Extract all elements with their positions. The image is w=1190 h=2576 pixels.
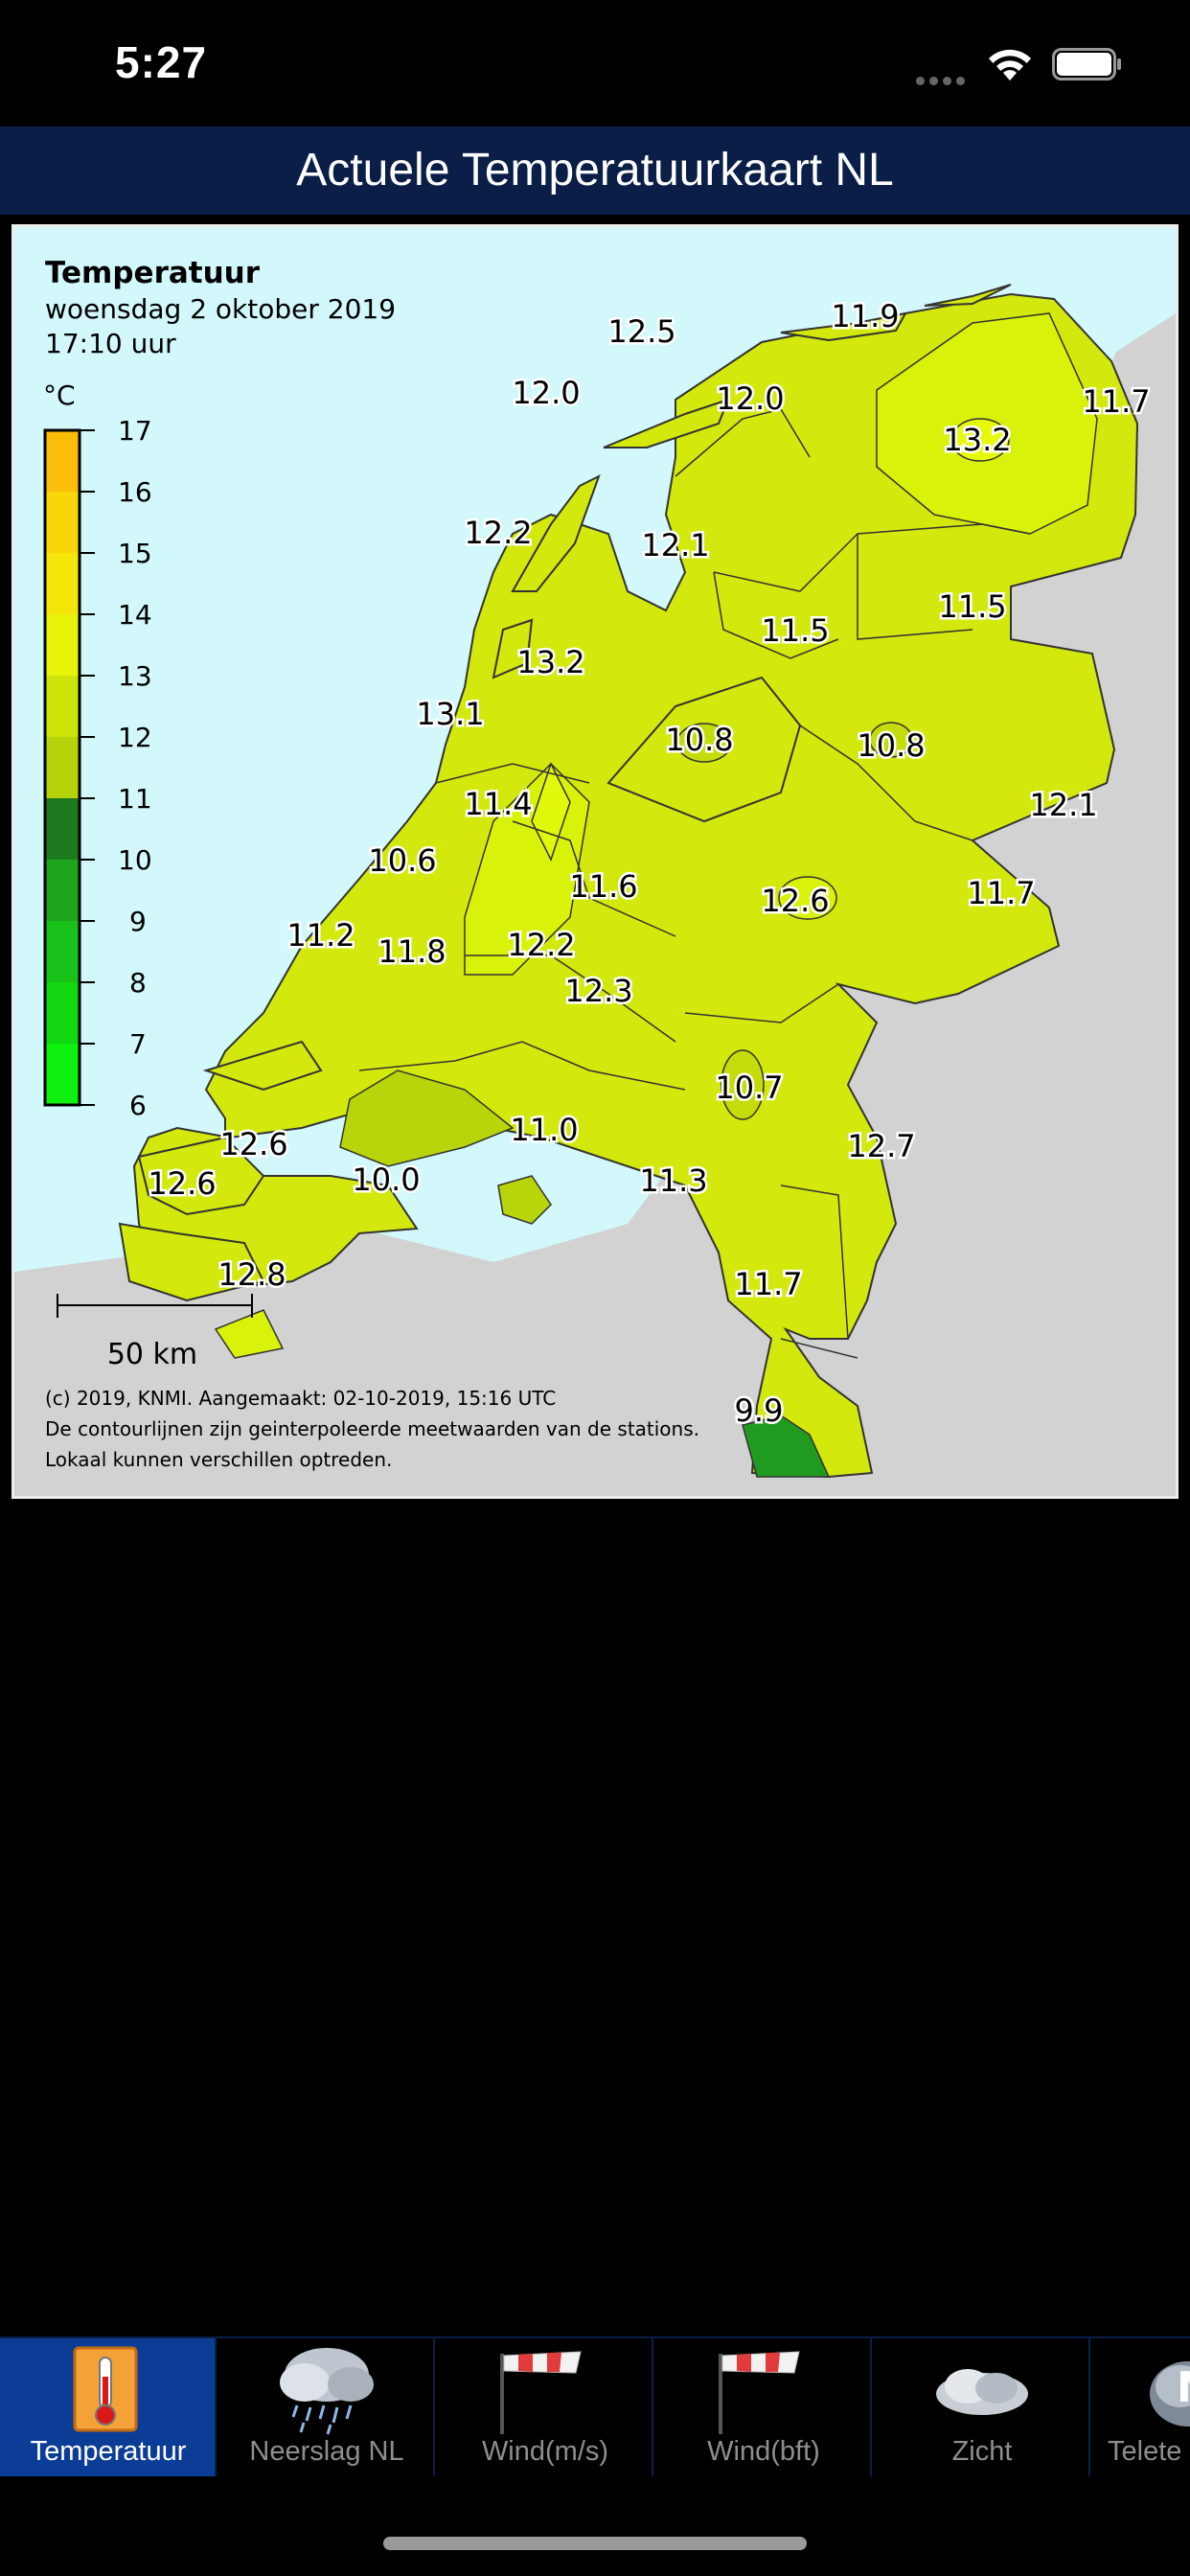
contour-zone bbox=[214, 1309, 285, 1359]
temp-label: 12.3 bbox=[564, 973, 632, 1009]
thermometer-icon bbox=[73, 2346, 138, 2432]
temp-label: 12.2 bbox=[507, 927, 575, 963]
temp-label: 12.8 bbox=[217, 1256, 286, 1293]
temp-label: 10.7 bbox=[715, 1070, 783, 1106]
status-time: 5:27 bbox=[115, 37, 208, 87]
legend-unit: °C bbox=[43, 380, 76, 411]
temp-label: 12.6 bbox=[148, 1165, 216, 1202]
tab-zicht[interactable]: Zicht bbox=[874, 2338, 1090, 2476]
temp-label: 12.5 bbox=[607, 313, 675, 350]
map-svg: Temperatuur woensdag 2 oktober 2019 17:1… bbox=[14, 227, 1176, 1479]
temp-label: 11.8 bbox=[378, 933, 446, 970]
legend-tick: 12 bbox=[118, 722, 152, 753]
temp-label: 12.7 bbox=[847, 1128, 915, 1164]
map-credits: (c) 2019, KNMI. Aangemaakt: 02-10-2019, … bbox=[45, 1387, 699, 1471]
temp-label: 11.7 bbox=[1082, 383, 1150, 420]
scale-bar bbox=[57, 1294, 253, 1318]
temp-label: 11.5 bbox=[938, 588, 1006, 625]
tab-neerslag-nl[interactable]: Neerslag NL bbox=[218, 2338, 435, 2476]
signal-dots-icon bbox=[916, 73, 970, 85]
title-bar: Actuele Temperatuurkaart NL bbox=[0, 126, 1190, 215]
credit-line: (c) 2019, KNMI. Aangemaakt: 02-10-2019, … bbox=[45, 1387, 556, 1410]
temp-label: 11.9 bbox=[831, 298, 899, 334]
temp-label: 12.2 bbox=[464, 515, 532, 551]
temp-label: 12.1 bbox=[1029, 787, 1097, 823]
wifi-icon bbox=[989, 49, 1031, 80]
temp-label: 9.9 bbox=[735, 1392, 784, 1429]
temp-label: 11.3 bbox=[639, 1162, 707, 1199]
temp-label: 12.0 bbox=[716, 380, 784, 417]
temp-label: 11.6 bbox=[569, 868, 637, 905]
teletext-icon: N bbox=[1150, 2361, 1190, 2426]
tab-teletekst[interactable]: N Telete bbox=[1092, 2338, 1190, 2476]
tab-label: Neerslag NL bbox=[249, 2436, 404, 2467]
page-title: Actuele Temperatuurkaart NL bbox=[296, 145, 894, 196]
home-indicator[interactable] bbox=[383, 2537, 807, 2550]
temp-label: 10.8 bbox=[665, 722, 733, 758]
temp-label: 11.7 bbox=[734, 1266, 802, 1302]
temp-label: 10.6 bbox=[368, 842, 436, 879]
app-screen: 5:27 Actuele Temperatuurkaart NL Tempera… bbox=[0, 0, 1190, 2576]
temp-label: 12.0 bbox=[512, 375, 580, 411]
temp-label: 13.2 bbox=[943, 422, 1011, 458]
map-title: Temperatuur bbox=[45, 256, 261, 290]
tab-label: Temperatuur bbox=[30, 2436, 187, 2467]
windsock-icon bbox=[500, 2351, 582, 2434]
tab-temperatuur[interactable]: Temperatuur bbox=[0, 2338, 217, 2476]
map-date: woensdag 2 oktober 2019 bbox=[45, 293, 396, 325]
credit-line: Lokaal kunnen verschillen optreden. bbox=[45, 1448, 392, 1471]
svg-text:N: N bbox=[1177, 2363, 1190, 2412]
tab-label: Telete bbox=[1108, 2436, 1182, 2467]
temp-label: 11.4 bbox=[464, 786, 532, 822]
legend-tick: 17 bbox=[118, 415, 152, 447]
temp-label: 12.6 bbox=[219, 1126, 287, 1162]
status-bar: 5:27 bbox=[0, 0, 1190, 126]
tab-wind-ms[interactable]: Wind(m/s) bbox=[437, 2338, 653, 2476]
legend-tick: 10 bbox=[118, 844, 152, 876]
map-time: 17:10 uur bbox=[45, 328, 176, 359]
rain-cloud-icon bbox=[280, 2348, 374, 2435]
temp-label: 12.1 bbox=[641, 527, 709, 564]
temp-label: 10.0 bbox=[352, 1162, 420, 1198]
legend-tick: 6 bbox=[129, 1090, 147, 1121]
temperature-map[interactable]: Temperatuur woensdag 2 oktober 2019 17:1… bbox=[11, 224, 1179, 1499]
tab-label: Wind(bft) bbox=[707, 2436, 820, 2467]
temp-label: 13.1 bbox=[416, 696, 484, 732]
windsock-icon bbox=[719, 2351, 800, 2434]
tab-label: Wind(m/s) bbox=[481, 2436, 609, 2467]
legend-tick: 11 bbox=[118, 783, 152, 815]
credit-line: De contourlijnen zijn geinterpoleerde me… bbox=[45, 1417, 699, 1440]
temp-label: 13.2 bbox=[516, 644, 584, 680]
legend-tick: 14 bbox=[118, 599, 152, 631]
tab-bar: Temperatuur Neerslag NL Wind(m/s) Wind(b… bbox=[0, 2336, 1190, 2476]
scale-label: 50 km bbox=[107, 1338, 197, 1371]
tab-wind-bft[interactable]: Wind(bft) bbox=[655, 2338, 872, 2476]
temp-label: 10.8 bbox=[857, 727, 925, 764]
temp-label: 12.6 bbox=[761, 883, 829, 919]
legend-tick: 8 bbox=[129, 967, 147, 999]
fog-cloud-icon bbox=[936, 2369, 1028, 2415]
temp-label: 11.5 bbox=[761, 612, 829, 649]
battery-icon bbox=[1052, 48, 1121, 80]
legend-tick: 9 bbox=[129, 906, 147, 937]
temp-label: 11.2 bbox=[286, 917, 355, 954]
legend-tick: 7 bbox=[129, 1028, 147, 1060]
legend-tick: 13 bbox=[118, 660, 152, 692]
legend-tick: 16 bbox=[118, 476, 152, 508]
temp-label: 11.0 bbox=[510, 1112, 578, 1148]
legend-tick: 15 bbox=[118, 538, 152, 569]
tab-label: Zicht bbox=[951, 2436, 1013, 2467]
temp-label: 11.7 bbox=[967, 875, 1035, 911]
